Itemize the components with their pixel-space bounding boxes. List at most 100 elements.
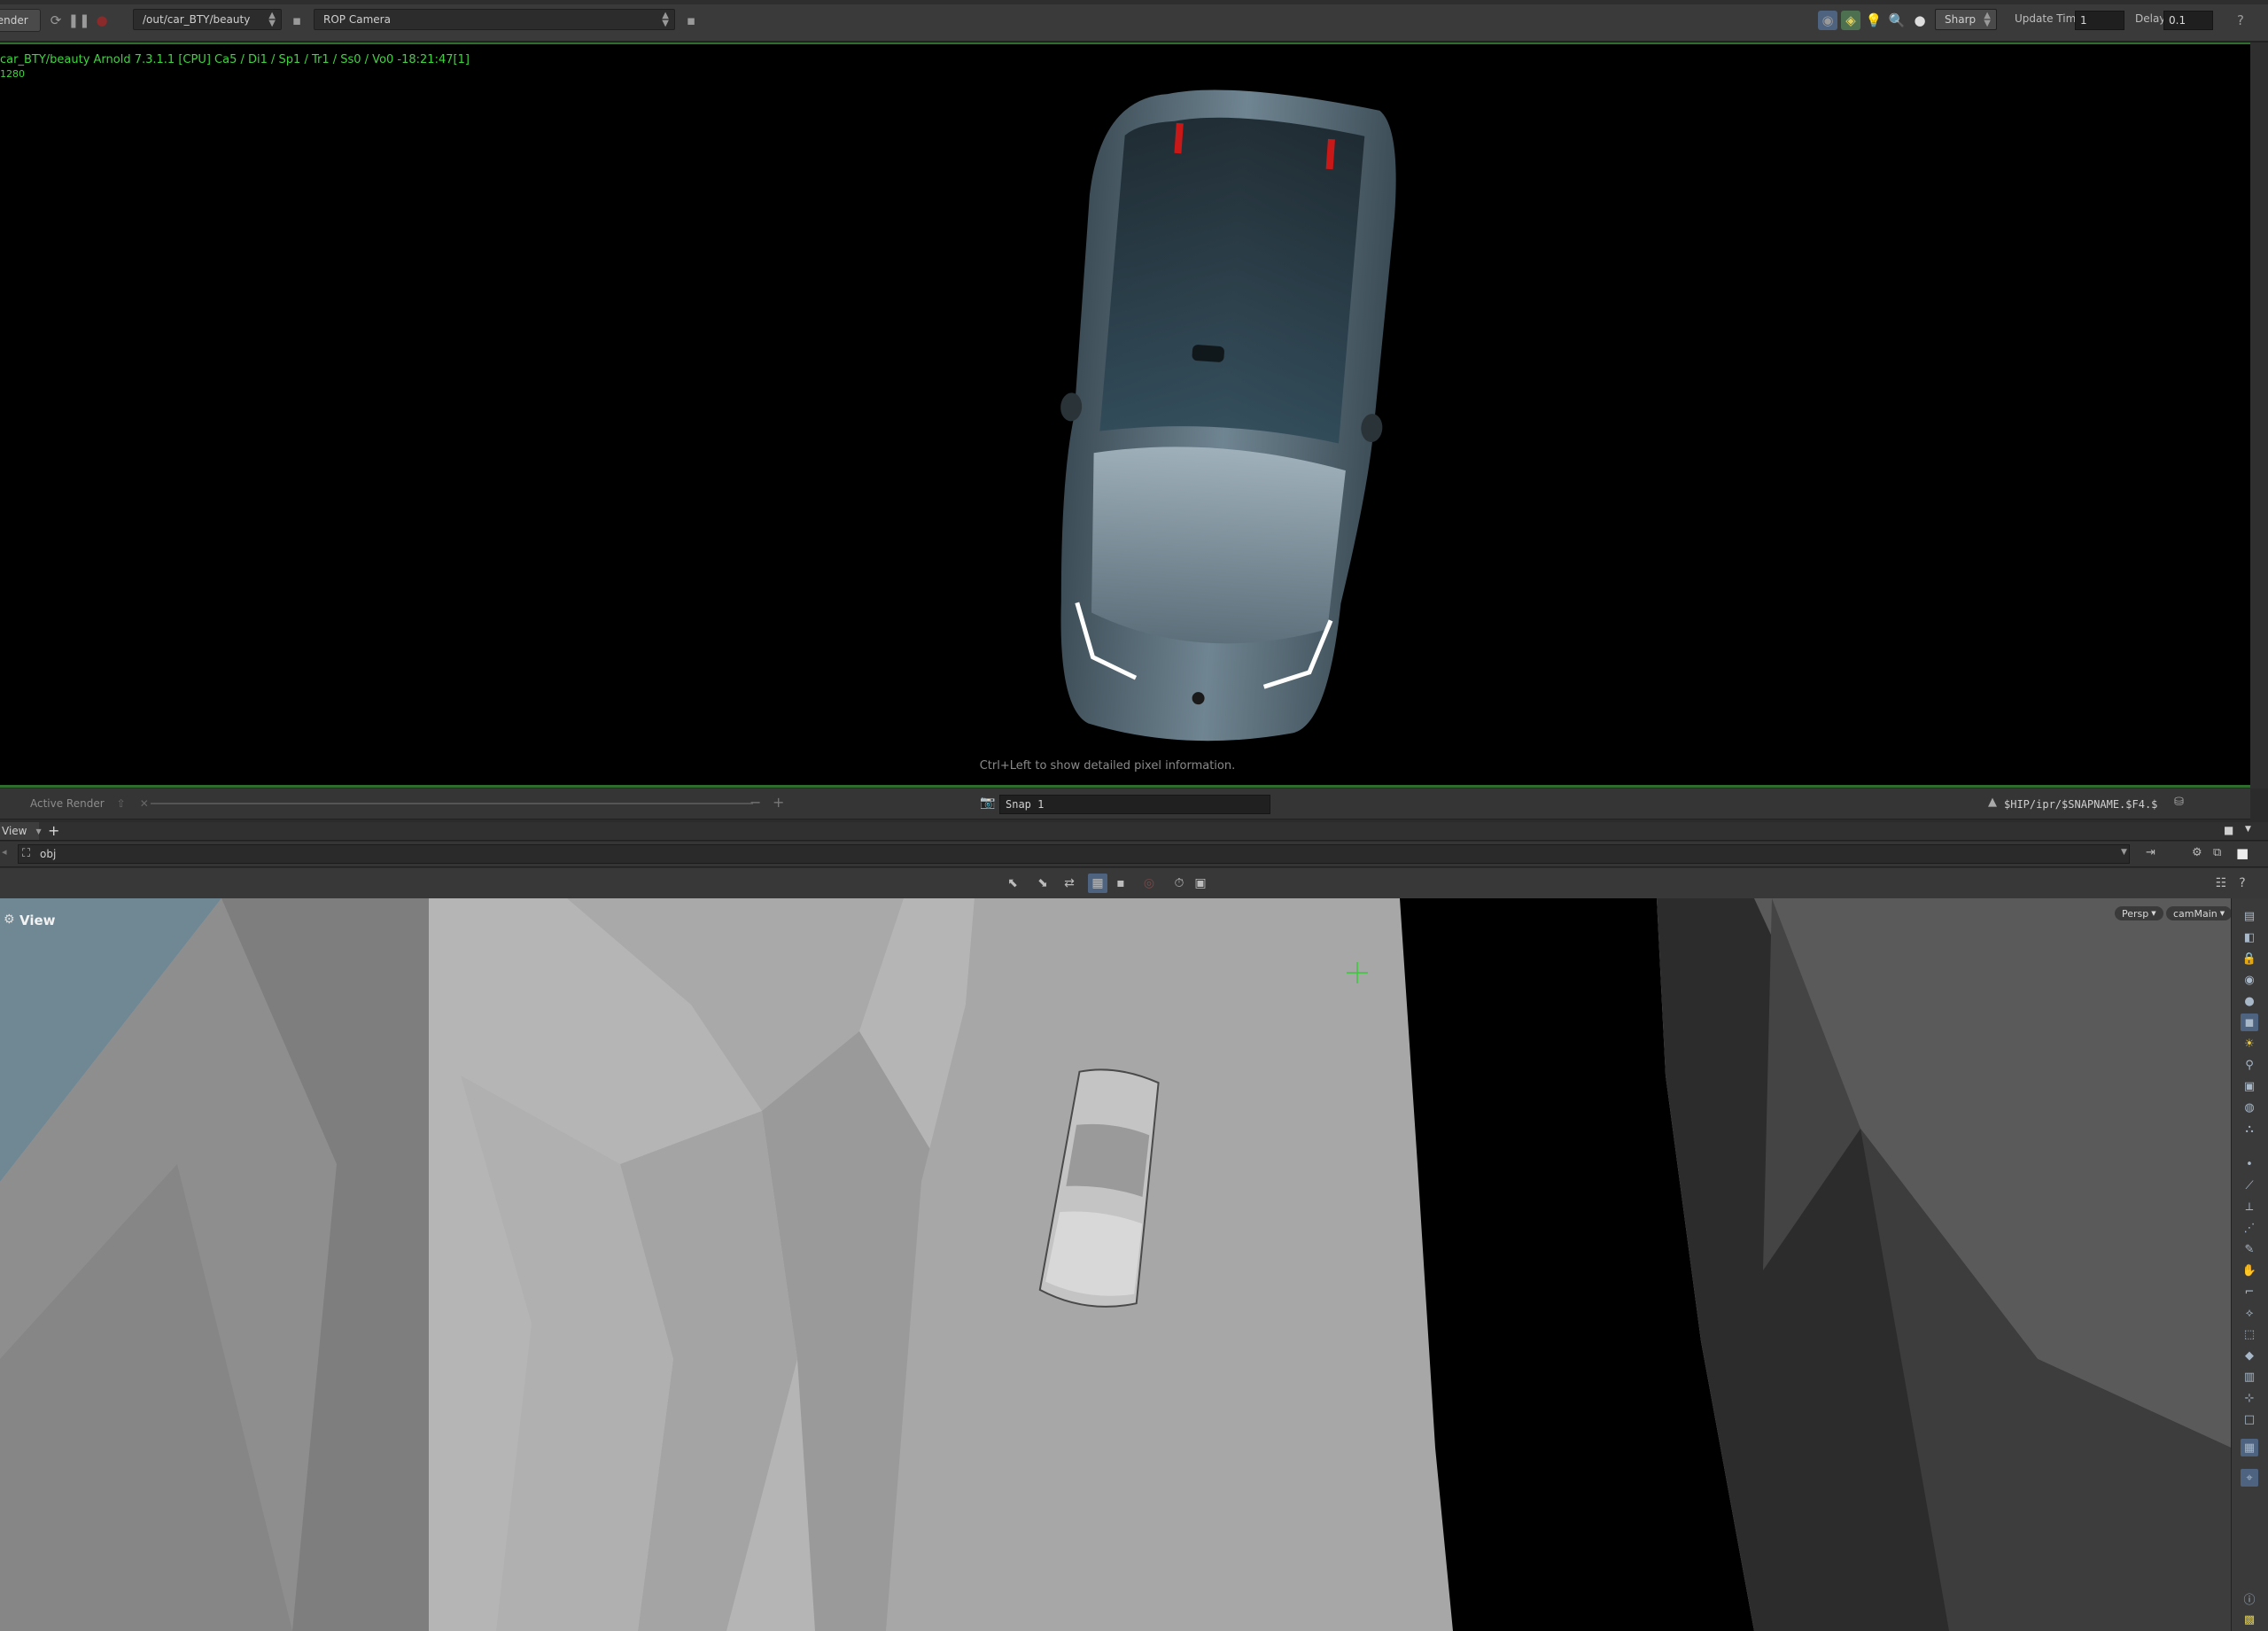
refresh-icon[interactable]: ⟳ (46, 11, 66, 30)
vertex-icon[interactable]: ⋰ (2241, 1219, 2258, 1237)
info-icon[interactable]: ⓘ (2241, 1589, 2258, 1607)
path-dropdown-icon[interactable]: ▼ (2121, 848, 2127, 857)
obj-network-icon: ⛶ (22, 847, 31, 860)
active-render-tab[interactable]: Active Render ⇧ ✕ (12, 795, 167, 812)
grid-icon[interactable]: ▩ (2241, 1611, 2258, 1628)
move-tool-icon[interactable]: ⬊ (1033, 874, 1052, 893)
help-icon[interactable]: ? (2231, 11, 2250, 30)
projection-menu[interactable]: Persp ▼ (2114, 905, 2164, 921)
stop-icon[interactable]: ● (92, 11, 112, 30)
pin-icon[interactable]: ⇧ (117, 797, 126, 810)
display-options-icon[interactable]: ☷ (2211, 874, 2231, 893)
camera-value: ROP Camera (323, 13, 391, 26)
network-path-bar: ◂ ⛶ obj ▼ ⇥ ⚙ ⧉ ■ (0, 842, 2268, 867)
render-button-label: Render (0, 14, 28, 27)
update-time-label: Update Time (2015, 12, 2083, 25)
sphere-icon[interactable]: ● (1910, 11, 1930, 30)
knife-icon[interactable]: ⟡ (2241, 1304, 2258, 1322)
light-display-icon[interactable]: ☀ (2241, 1035, 2258, 1052)
snapshot-slider[interactable] (151, 803, 753, 804)
filter-dropdown[interactable]: Sharp ▲ ▼ (1935, 9, 1997, 30)
tab-view[interactable]: View ▼ (0, 822, 42, 840)
chevron-down-icon: ▼ (35, 827, 42, 835)
box-icon[interactable]: ⬚ (2241, 1325, 2258, 1343)
shading-icon[interactable]: ◧ (2241, 928, 2258, 946)
rendered-car-image (1060, 89, 1396, 742)
pane-layout-icon[interactable]: ■ (2224, 824, 2233, 836)
save-snapshot-icon[interactable]: ⛁ (2174, 796, 2184, 809)
plus-icon[interactable]: + (773, 794, 784, 811)
group-icon[interactable]: ⛬ (2241, 1120, 2258, 1138)
square-icon[interactable]: □ (2241, 1410, 2258, 1428)
render-button[interactable]: Render (0, 9, 41, 32)
back-arrow-icon[interactable]: ◂ (2, 846, 7, 858)
camera-menu[interactable]: camMain ▼ (2165, 905, 2231, 921)
layout-icon[interactable]: ▦ (2241, 1439, 2258, 1456)
close-icon[interactable]: ✕ (140, 797, 149, 810)
render-view[interactable]: car_BTY/beauty Arnold 7.3.1.1 [CPU] Ca5 … (0, 43, 2250, 788)
camera-display-icon[interactable]: ▣ (2241, 1077, 2258, 1095)
view-menu-icon[interactable]: ⚙ (4, 913, 15, 927)
corner-icon[interactable]: ⌐ (2241, 1283, 2258, 1301)
rop-node-icon[interactable]: ▪ (287, 11, 307, 30)
preview-icon[interactable]: ◉ (1818, 11, 1837, 30)
pixel-info-hint: Ctrl+Left to show detailed pixel informa… (979, 759, 1236, 773)
camera-dropdown[interactable]: ROP Camera ▲ ▼ (314, 9, 675, 30)
brush-icon[interactable]: ✎ (2241, 1240, 2258, 1258)
minus-icon[interactable]: − (750, 794, 761, 811)
pin-pane-icon[interactable]: ⇥ (2146, 846, 2155, 859)
delay-field[interactable]: 0.1 (2163, 11, 2213, 30)
active-render-label: Active Render (30, 797, 105, 810)
point-icon[interactable]: • (2241, 1155, 2258, 1173)
snap-grid-icon[interactable]: ▦ (1088, 874, 1107, 893)
axis-icon[interactable]: ⊹ (2241, 1389, 2258, 1407)
viewport-help-icon[interactable]: ? (2233, 874, 2252, 893)
camera-node-icon[interactable]: ▪ (681, 11, 701, 30)
select-tool-icon[interactable]: ⬉ (1003, 874, 1022, 893)
pin-display-icon[interactable]: ⚲ (2241, 1056, 2258, 1074)
fullscreen-icon[interactable]: ■ (2236, 845, 2249, 861)
rop-path-dropdown[interactable]: /out/car_BTY/beauty ▲ ▼ (133, 9, 282, 30)
snapshot-icon[interactable]: ▣ (1191, 874, 1210, 893)
viewport-label: View (19, 913, 56, 928)
zoom-icon[interactable]: 🔍 (1887, 11, 1907, 30)
transform-tool-icon[interactable]: ⇄ (1060, 874, 1079, 893)
update-time-value: 1 (2080, 14, 2087, 27)
camera-snapshot-icon[interactable]: 📷 (980, 796, 995, 810)
diamond-icon[interactable]: ◆ (2241, 1347, 2258, 1364)
sculpt-icon[interactable]: ✋ (2241, 1262, 2258, 1279)
path-field[interactable]: ⛶ obj (18, 844, 2130, 864)
folder-icon[interactable]: ▲ (1988, 796, 1997, 809)
prim-icon[interactable]: ⟂ (2241, 1198, 2258, 1215)
snap-path-field[interactable]: $HIP/ipr/$SNAPNAME.$F4.$ (2004, 795, 2169, 814)
link-icon[interactable]: ⚙ (2192, 846, 2202, 859)
display-mode-icon[interactable]: ▤ (2241, 907, 2258, 925)
pane-tab-bar: View ▼ + ■ ▼ (0, 822, 2268, 841)
top-tab-strip (0, 0, 2268, 4)
delay-label: Delay (2135, 12, 2166, 25)
chevron-down-icon: ▼ (2219, 910, 2225, 917)
scene-viewport[interactable]: View ⚙ Persp ▼ camMain ▼ (0, 898, 2231, 1631)
maximize-pane-icon[interactable]: ⧉ (2213, 846, 2221, 859)
sphere-display-icon[interactable]: ● (2241, 992, 2258, 1010)
timer-icon[interactable]: ⏱ (1169, 874, 1189, 893)
update-time-field[interactable]: 1 (2075, 11, 2124, 30)
location-icon[interactable]: ⌖ (2241, 1469, 2258, 1487)
snap-name-field[interactable]: Snap 1 (999, 795, 1270, 814)
pause-icon[interactable]: ❚❚ (67, 11, 89, 30)
light-icon[interactable]: 💡 (1864, 11, 1884, 30)
template-icon[interactable]: ◼ (2241, 1014, 2258, 1031)
lock-icon[interactable]: 🔒 (2241, 950, 2258, 967)
visibility-icon[interactable]: ◉ (2241, 971, 2258, 989)
rop-path-value: /out/car_BTY/beauty (143, 13, 251, 26)
record-icon[interactable]: ◎ (1139, 874, 1159, 893)
pane-menu-icon[interactable]: ▼ (2245, 825, 2251, 834)
right-scrollbar[interactable] (2250, 43, 2268, 788)
ghost-icon[interactable]: ◍ (2241, 1099, 2258, 1116)
film-icon[interactable]: ▥ (2241, 1368, 2258, 1386)
render-region-icon[interactable]: ◈ (1841, 11, 1860, 30)
snap-point-icon[interactable]: ▪ (1111, 874, 1130, 893)
add-tab-icon[interactable]: + (48, 822, 59, 839)
render-toolbar: Render ⟳ ❚❚ ● /out/car_BTY/beauty ▲▼ ▪ R… (0, 0, 2268, 43)
edge-icon[interactable]: ⟋ (2241, 1177, 2258, 1194)
